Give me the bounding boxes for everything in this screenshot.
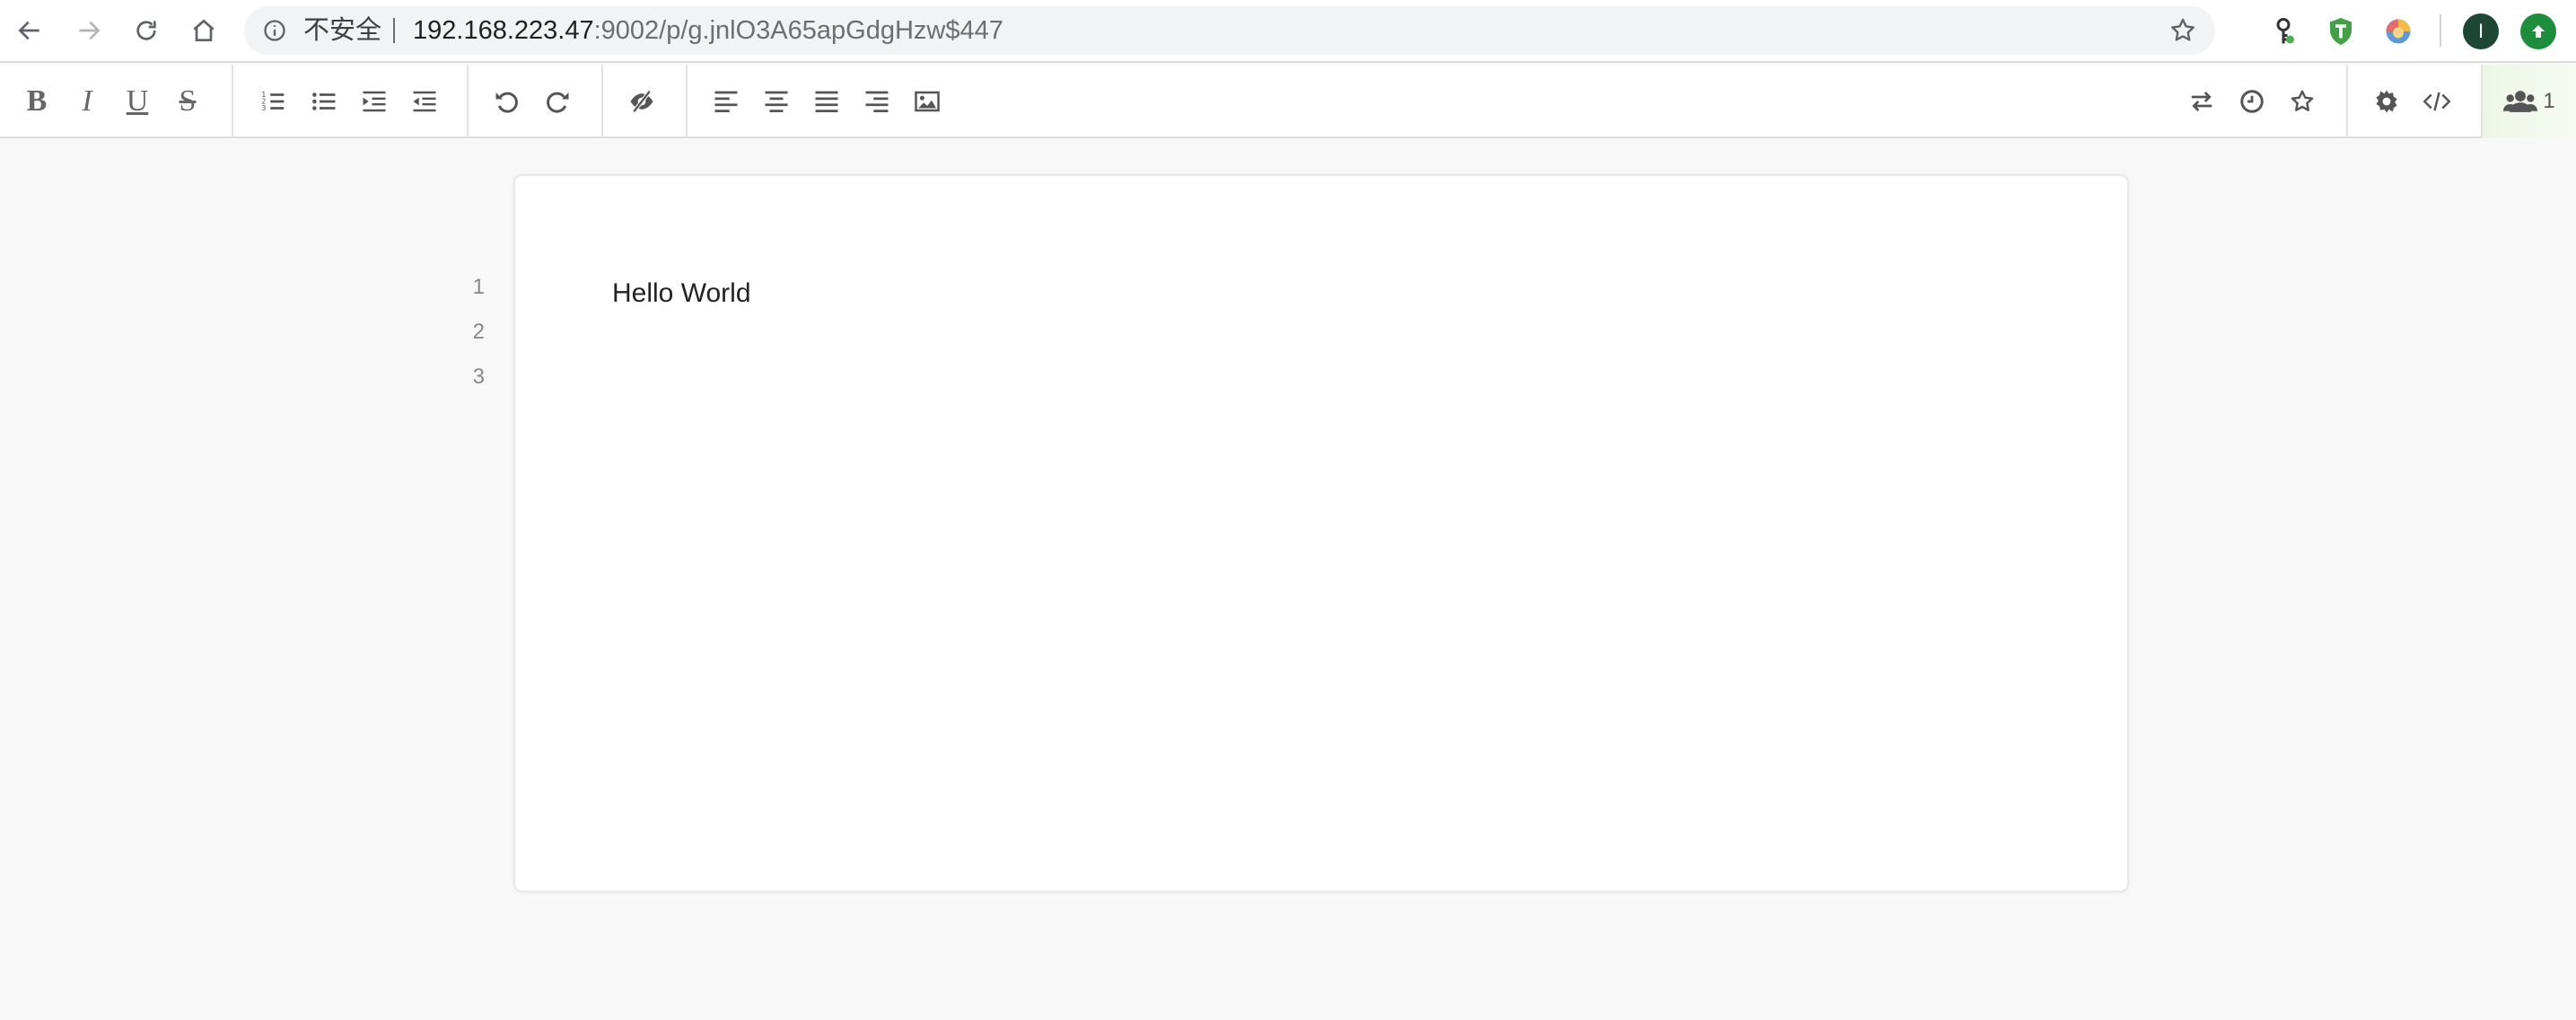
indent-icon xyxy=(363,91,386,112)
bullet-list-button[interactable] xyxy=(303,81,345,122)
outdent-icon xyxy=(413,91,436,112)
ordered-list-icon: 123 xyxy=(261,90,285,112)
line-number: 1 xyxy=(472,275,485,299)
bold-button[interactable]: B xyxy=(16,81,57,122)
address-separator xyxy=(393,18,395,43)
t-shield-extension-button[interactable] xyxy=(2321,12,2361,51)
align-left-icon xyxy=(714,91,738,112)
star-revision-button[interactable] xyxy=(2282,81,2323,122)
underline-button[interactable]: U xyxy=(117,81,158,122)
clear-authorship-button[interactable] xyxy=(621,81,662,122)
colorful-extension-icon xyxy=(2386,19,2411,44)
italic-icon: I xyxy=(82,84,92,118)
home-icon xyxy=(193,19,215,41)
align-center-icon xyxy=(765,91,788,112)
star-icon xyxy=(2291,90,2314,111)
eye-slash-icon xyxy=(630,90,653,113)
toolbar-separator xyxy=(232,65,233,138)
swap-arrows-icon xyxy=(2191,92,2212,111)
toolbar-divider xyxy=(2440,14,2441,47)
users-button[interactable]: 1 xyxy=(2481,65,2576,138)
strikethrough-button[interactable]: S xyxy=(167,81,208,122)
document-line[interactable]: Hello World xyxy=(612,278,751,309)
home-button[interactable] xyxy=(183,10,224,51)
outdent-button[interactable] xyxy=(404,81,445,122)
insecure-label[interactable]: 不安全 xyxy=(303,6,381,55)
t-shield-extension-icon xyxy=(2330,18,2352,45)
back-button[interactable] xyxy=(9,10,50,51)
image-icon xyxy=(915,91,940,112)
insert-image-button[interactable] xyxy=(907,81,948,122)
code-icon xyxy=(2423,92,2450,111)
bookmark-star-icon[interactable] xyxy=(2169,16,2197,45)
align-left-button[interactable] xyxy=(705,81,747,122)
redo-button[interactable] xyxy=(537,81,578,122)
browser-chrome: 不安全 192.168.223.47:9002/p/g.jnlO3A65apGd… xyxy=(0,0,2576,63)
line-number: 3 xyxy=(472,365,485,389)
user-count: 1 xyxy=(2543,89,2555,113)
toolbar-separator xyxy=(2346,65,2348,138)
colorful-extension-button[interactable] xyxy=(2379,12,2418,51)
forward-icon xyxy=(79,21,101,40)
info-icon[interactable] xyxy=(262,18,287,43)
line-number: 2 xyxy=(472,320,485,344)
align-justify-icon xyxy=(815,91,838,112)
undo-icon xyxy=(495,92,518,113)
indent-button[interactable] xyxy=(354,81,395,122)
align-justify-button[interactable] xyxy=(806,81,847,122)
timeslider-button[interactable] xyxy=(2231,81,2273,122)
key-extension-button[interactable] xyxy=(2264,12,2303,51)
bullet-list-icon xyxy=(312,92,336,110)
url-path: :9002/p/g.jnlO3A65apGdgHzw$447 xyxy=(593,16,1003,45)
editor-area: 1 2 3 Hello World xyxy=(0,140,2576,1020)
import-export-button[interactable] xyxy=(2181,81,2222,122)
reload-icon xyxy=(136,21,156,40)
arrow-up-icon xyxy=(2532,25,2545,38)
ordered-list-button[interactable]: 123 xyxy=(253,81,294,122)
strikethrough-icon: S xyxy=(179,84,197,118)
back-icon xyxy=(18,21,39,40)
align-right-icon xyxy=(865,91,889,112)
address-bar[interactable]: 不安全 192.168.223.47:9002/p/g.jnlO3A65apGd… xyxy=(244,6,2215,55)
redo-icon xyxy=(547,92,569,113)
gear-icon xyxy=(2376,90,2397,113)
align-center-button[interactable] xyxy=(756,81,797,122)
editor-toolbar: B I U S 123 1 xyxy=(0,65,2576,138)
profile-avatar[interactable]: I xyxy=(2463,13,2499,49)
forward-button[interactable] xyxy=(68,10,110,51)
toolbar-separator xyxy=(686,65,688,138)
url-host: 192.168.223.47 xyxy=(413,16,594,45)
key-extension-icon xyxy=(2276,18,2294,44)
document-page[interactable] xyxy=(513,174,2129,892)
toolbar-separator xyxy=(467,65,469,138)
users-icon xyxy=(2503,91,2538,112)
bold-icon: B xyxy=(26,84,48,118)
svg-text:3: 3 xyxy=(261,103,266,112)
undo-button[interactable] xyxy=(486,81,528,122)
underline-icon: U xyxy=(126,84,149,118)
reload-button[interactable] xyxy=(126,10,167,51)
url-text[interactable]: 192.168.223.47:9002/p/g.jnlO3A65apGdgHzw… xyxy=(413,6,1003,55)
toolbar-separator xyxy=(601,65,603,138)
clock-icon xyxy=(2240,90,2264,113)
align-right-button[interactable] xyxy=(856,81,898,122)
embed-code-button[interactable] xyxy=(2416,81,2458,122)
settings-button[interactable] xyxy=(2366,81,2407,122)
italic-button[interactable]: I xyxy=(66,81,108,122)
update-button[interactable] xyxy=(2520,13,2556,49)
